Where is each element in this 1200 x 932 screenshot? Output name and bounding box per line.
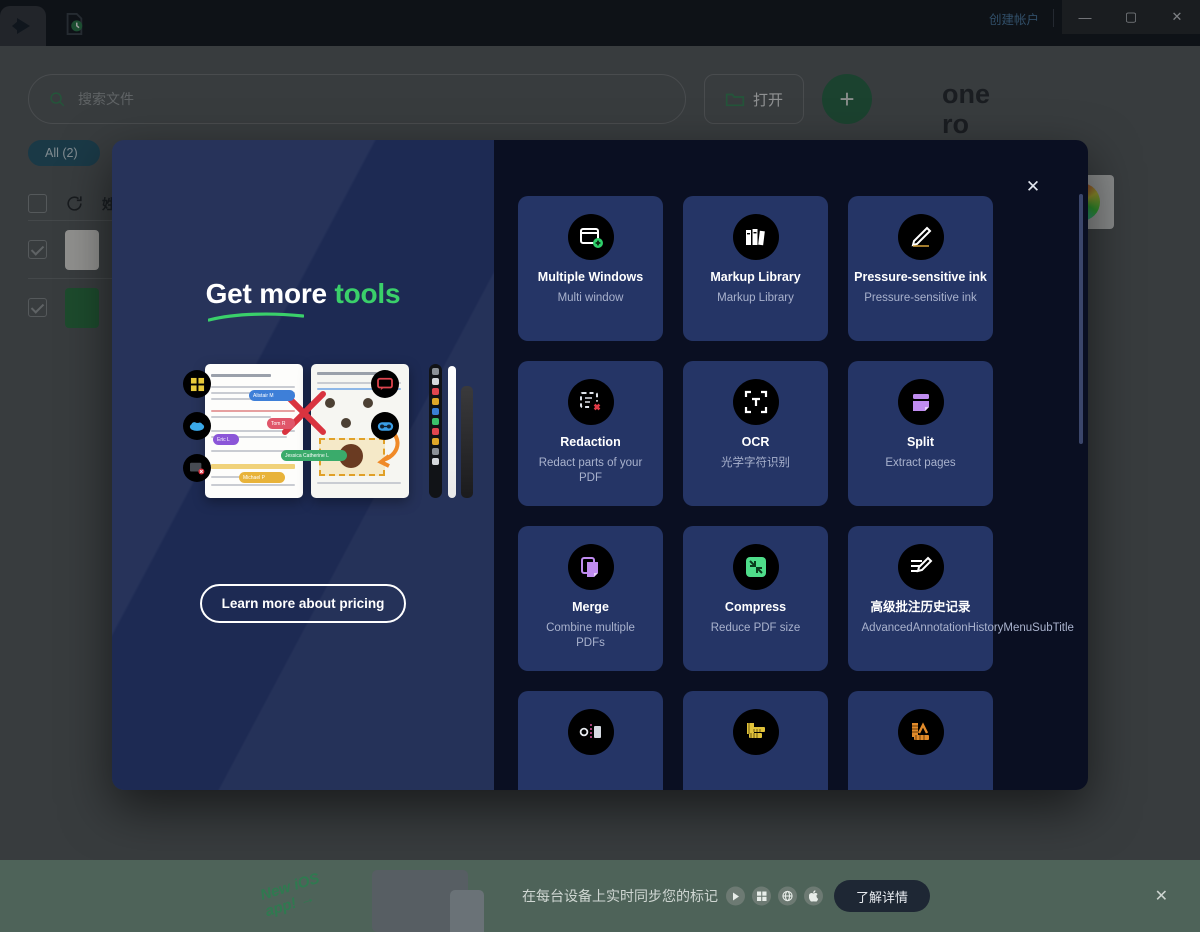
tool-dot — [432, 388, 439, 395]
tool-title: Markup Library — [710, 270, 801, 284]
banner-device-image — [372, 870, 500, 932]
badge-comment-icon — [371, 370, 399, 398]
annotation-toolbar — [429, 364, 442, 498]
tool-card-markup-library[interactable]: Markup Library Markup Library — [683, 196, 828, 341]
tool-subtitle: Extract pages — [885, 456, 956, 469]
tool-subtitle: Markup Library — [717, 291, 794, 304]
banner-handwriting-text: New iOS app! → — [258, 870, 326, 921]
tool-dot — [432, 428, 439, 435]
ruler-orange-icon — [897, 709, 944, 755]
compress-icon — [732, 544, 779, 590]
banner-close-icon[interactable]: ✕ — [1155, 886, 1168, 906]
split-icon — [897, 379, 944, 425]
window-plus-icon — [567, 214, 614, 260]
ios-app-banner: New iOS app! → 在每台设备上实时同步您的标记 了解详情 ✕ — [0, 860, 1200, 932]
tool-card-multiple-windows[interactable]: Multiple Windows Multi window — [518, 196, 663, 341]
tool-title: Pressure-sensitive ink — [854, 270, 987, 284]
tool-title: Merge — [572, 600, 609, 614]
tool-card-measure-distance[interactable] — [518, 691, 663, 790]
ocr-scan-icon — [732, 379, 779, 425]
tool-title: Multiple Windows — [537, 270, 644, 284]
collab-bubble: Michael P — [239, 472, 285, 483]
hero-illustration: Alistair M Tom R Eric L Jessica Catherin… — [143, 358, 473, 508]
tool-card-annotation-history[interactable]: 高级批注历史记录 AdvancedAnnotationHistoryMenuSu… — [848, 526, 1074, 671]
books-icon — [732, 214, 779, 260]
banner-message: 在每台设备上实时同步您的标记 — [522, 888, 718, 904]
collab-bubble: Tom R — [267, 418, 295, 429]
apple-pencil-white — [448, 366, 456, 498]
app-window: 搜索文件 打开 + All (2) 姓 one ro 创建帐户 — ▢ ✕ Ge… — [0, 0, 1200, 932]
ruler-yellow-icon — [732, 709, 779, 755]
tool-dot — [432, 418, 439, 425]
tool-title: Split — [906, 435, 935, 449]
windows-icon[interactable] — [752, 886, 771, 906]
tool-dot — [432, 368, 439, 375]
vertical-scrollbar[interactable] — [1079, 194, 1083, 444]
badge-link-icon — [371, 412, 399, 440]
pen-icon — [897, 214, 944, 260]
tool-dot — [432, 438, 439, 445]
tool-subtitle: 光学字符识别 — [721, 456, 790, 469]
tool-card-split[interactable]: Split Extract pages — [848, 361, 993, 506]
tool-card-compress[interactable]: Compress Reduce PDF size — [683, 526, 828, 671]
tool-dot — [432, 378, 439, 385]
tool-card-pressure-sensitive-ink[interactable]: Pressure-sensitive ink Pressure-sensitiv… — [848, 196, 993, 341]
tool-subtitle: Multi window — [557, 291, 624, 304]
tools-grid: Multiple Windows Multi window Markup Lib… — [518, 196, 1074, 790]
tool-subtitle: Redact parts of your PDF — [538, 456, 643, 485]
apple-pencil-black — [461, 386, 473, 498]
learn-more-pricing-button[interactable]: Learn more about pricing — [199, 584, 407, 623]
tool-title: OCR — [741, 435, 770, 449]
dialog-title-main: Get more — [205, 278, 335, 309]
collab-bubble: Alistair M — [249, 390, 295, 401]
tool-subtitle: Reduce PDF size — [710, 621, 801, 634]
redaction-icon — [567, 379, 614, 425]
badge-cloud-icon — [183, 412, 211, 440]
get-more-tools-dialog: Get more tools Alistair M Tom R Eric L J… — [112, 140, 1088, 790]
banner-learn-more-button[interactable]: 了解详情 — [834, 880, 930, 912]
tool-card-redaction[interactable]: Redaction Redact parts of your PDF — [518, 361, 663, 506]
tool-dot — [432, 398, 439, 405]
tool-dot — [432, 408, 439, 415]
title-underline-swoosh — [208, 312, 304, 322]
tool-subtitle: Pressure-sensitive ink — [864, 291, 977, 304]
measure-distance-icon — [567, 709, 614, 755]
play-icon[interactable] — [726, 886, 745, 906]
close-icon[interactable]: ✕ — [1022, 176, 1044, 198]
web-icon[interactable] — [778, 886, 797, 906]
collab-bubble: Jessica Catherine L — [281, 450, 347, 461]
tool-title: Compress — [724, 600, 787, 614]
tool-card-merge[interactable]: Merge Combine multiple PDFs — [518, 526, 663, 671]
annotation-history-icon — [897, 544, 944, 590]
dialog-title-accent: tools — [334, 278, 401, 309]
badge-widgets-icon — [183, 370, 211, 398]
tool-card-ruler-yellow[interactable] — [683, 691, 828, 790]
dialog-hero-pane: Get more tools Alistair M Tom R Eric L J… — [112, 140, 494, 790]
tool-dot — [432, 448, 439, 455]
badge-redaction-icon — [183, 454, 211, 482]
collab-bubble: Eric L — [213, 434, 239, 445]
tool-title: 高级批注历史记录 — [870, 600, 971, 614]
tool-card-ocr[interactable]: OCR 光学字符识别 — [683, 361, 828, 506]
tool-title: Redaction — [560, 435, 621, 449]
tool-subtitle: AdvancedAnnotationHistoryMenuSubTitle — [861, 621, 1074, 634]
tool-subtitle: Combine multiple PDFs — [546, 621, 635, 650]
apple-icon[interactable] — [804, 886, 823, 906]
tool-dot — [432, 458, 439, 465]
tools-grid-pane: ✕ Multiple Windows Multi window Markup L… — [494, 140, 1088, 790]
dialog-title: Get more tools — [206, 278, 401, 310]
banner-platform-icons — [726, 886, 823, 906]
merge-icon — [567, 544, 614, 590]
tool-card-ruler-orange[interactable] — [848, 691, 993, 790]
banner-phone-shape — [450, 890, 484, 932]
